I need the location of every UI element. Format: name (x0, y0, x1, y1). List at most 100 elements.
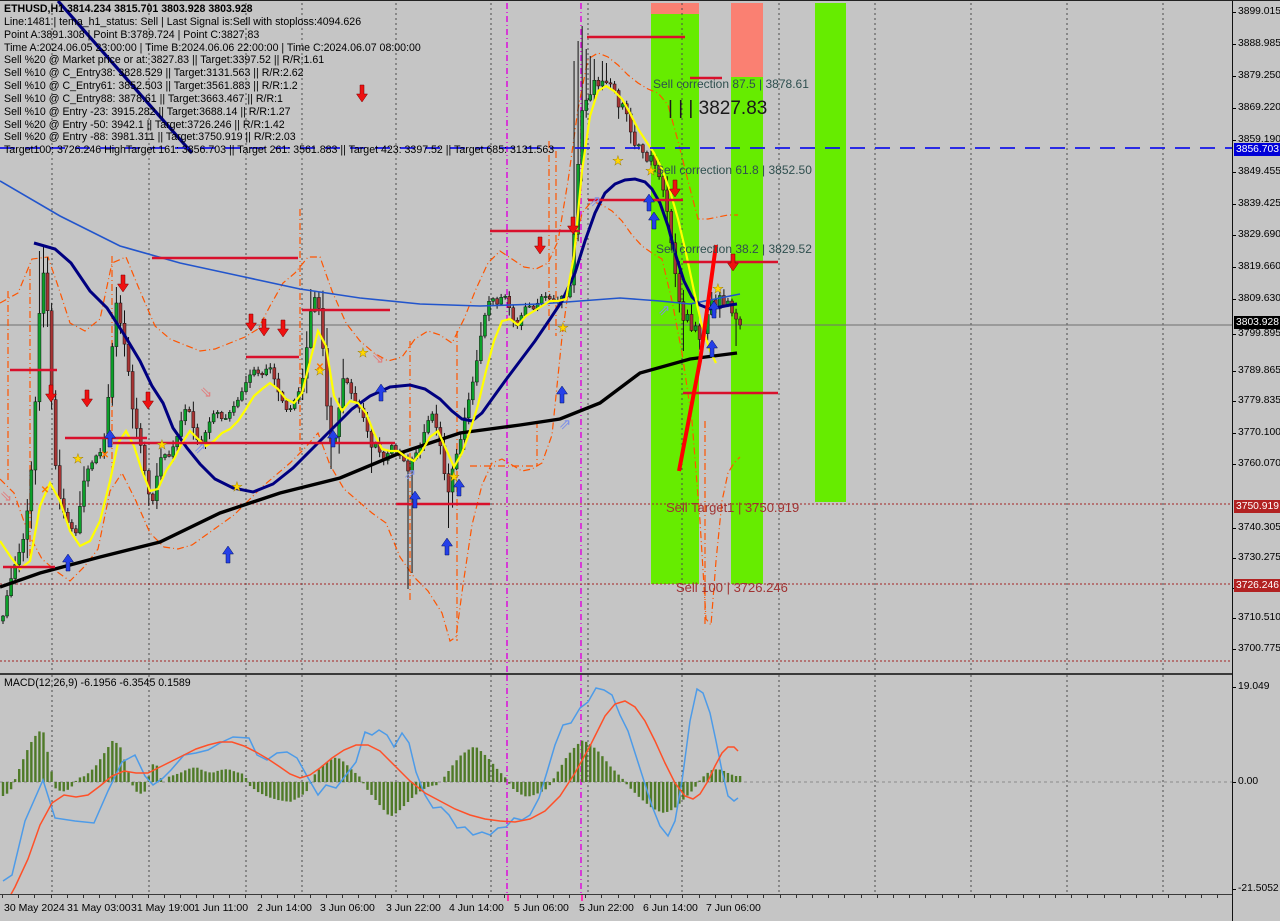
candle-body (350, 383, 353, 394)
macd-histogram-bar (508, 782, 510, 784)
candle-body (605, 81, 608, 83)
candle-body (645, 152, 648, 161)
time-tick (666, 895, 667, 898)
time-axis-label: 3 Jun 22:00 (386, 902, 441, 914)
candle-body (184, 409, 187, 420)
time-tick (358, 895, 359, 898)
candle-body (475, 361, 478, 382)
green-zone-band (651, 14, 699, 584)
candle-body (650, 156, 653, 162)
time-axis-label: 6 Jun 14:00 (643, 902, 698, 914)
time-tick (763, 895, 764, 898)
time-tick (1136, 895, 1137, 898)
macd-histogram-bar (245, 778, 247, 782)
candle-body (172, 447, 175, 457)
candle-body (245, 383, 248, 392)
macd-histogram-bar (455, 760, 457, 782)
time-axis-label: 4 Jun 14:00 (449, 902, 504, 914)
macd-histogram-bar (269, 782, 271, 798)
macd-histogram-bar (253, 782, 255, 789)
axis-tick (1233, 371, 1236, 372)
time-axis[interactable]: 30 May 202431 May 03:0031 May 19:001 Jun… (0, 895, 1232, 921)
buy-signal-arrow-icon (63, 554, 74, 571)
star-marker-icon: ★ (557, 320, 569, 335)
sell-signal-arrow-icon (118, 275, 129, 292)
green-zone-band (815, 3, 846, 502)
price-axis[interactable]: 3899.0153888.9853879.2503869.2203859.190… (1232, 1, 1280, 921)
price-axis-label: 3869.220 (1238, 102, 1280, 113)
star-marker-icon: ★ (156, 437, 168, 452)
candle-body (38, 313, 41, 401)
time-tick (407, 895, 408, 898)
macd-histogram-bar (694, 782, 696, 787)
candle-body (317, 297, 320, 308)
candle-body (54, 400, 57, 466)
macd-histogram-bar (212, 772, 214, 782)
candle-body (544, 296, 547, 297)
macd-histogram-bar (103, 753, 105, 782)
macd-histogram-bar (504, 777, 506, 782)
macd-axis-label: 19.049 (1238, 681, 1270, 692)
macd-histogram-bar (326, 762, 328, 782)
axis-tick (1233, 12, 1236, 13)
candle-body (528, 306, 531, 307)
time-tick (261, 895, 262, 898)
candle-body (496, 299, 499, 304)
time-tick (861, 895, 862, 898)
time-tick (229, 895, 230, 898)
buy-signal-arrow-icon (410, 491, 421, 508)
candle-body (686, 314, 689, 320)
macd-histogram-bar (306, 782, 308, 791)
sell-signal-arrow-icon (246, 314, 257, 331)
time-tick (326, 895, 327, 898)
candle-body (500, 297, 503, 304)
macd-histogram-bar (257, 782, 259, 792)
macd-histogram-bar (366, 782, 368, 790)
sell-signal-arrow-icon (82, 390, 93, 407)
time-tick (650, 895, 651, 898)
candle-body (346, 379, 349, 383)
time-tick (553, 895, 554, 898)
macd-histogram-bar (496, 769, 498, 782)
macd-histogram-bar (492, 764, 494, 782)
macd-histogram-bar (739, 776, 741, 782)
macd-histogram-bar (22, 759, 24, 782)
ma-yellow (0, 86, 716, 569)
candle-body (22, 539, 25, 552)
macd-histogram-bar (589, 744, 591, 782)
time-tick (877, 895, 878, 898)
macd-histogram-bar (140, 782, 142, 794)
macd-histogram-bar (42, 732, 44, 782)
candle-body (633, 132, 636, 145)
macd-histogram-bar (553, 778, 555, 782)
candle-body (289, 409, 292, 410)
price-axis-label: 3849.455 (1238, 166, 1280, 177)
macd-histogram-bar (698, 781, 700, 782)
macd-panel[interactable] (0, 675, 1232, 894)
macd-histogram-bar (719, 770, 721, 782)
macd-histogram-bar (459, 756, 461, 782)
macd-histogram-bar (658, 782, 660, 811)
price-axis-label: 3809.630 (1238, 293, 1280, 304)
hollow-up-arrow-icon: ⇗ (404, 466, 417, 483)
macd-histogram-bar (593, 748, 595, 782)
time-tick (893, 895, 894, 898)
time-tick (699, 895, 700, 898)
axis-tick (1233, 44, 1236, 45)
candle-body (70, 523, 73, 529)
macd-histogram-bar (99, 759, 101, 782)
slow-ma-black (0, 353, 737, 587)
time-tick (1120, 895, 1121, 898)
price-chart[interactable]: ⇗⇗⇗⇗⇗⇘⇘⇘★★★★★★★★★★✕✕✕ (0, 1, 1232, 673)
candle-body (159, 458, 162, 476)
candle-body (119, 303, 122, 323)
macd-histogram-bar (480, 751, 482, 782)
candle-body (2, 616, 5, 621)
time-tick (634, 895, 635, 898)
time-tick (488, 895, 489, 898)
candle-body (739, 319, 742, 325)
macd-histogram-bar (545, 782, 547, 789)
time-tick (1201, 895, 1202, 898)
macd-histogram-bar (670, 782, 672, 810)
macd-histogram-bar (378, 782, 380, 805)
